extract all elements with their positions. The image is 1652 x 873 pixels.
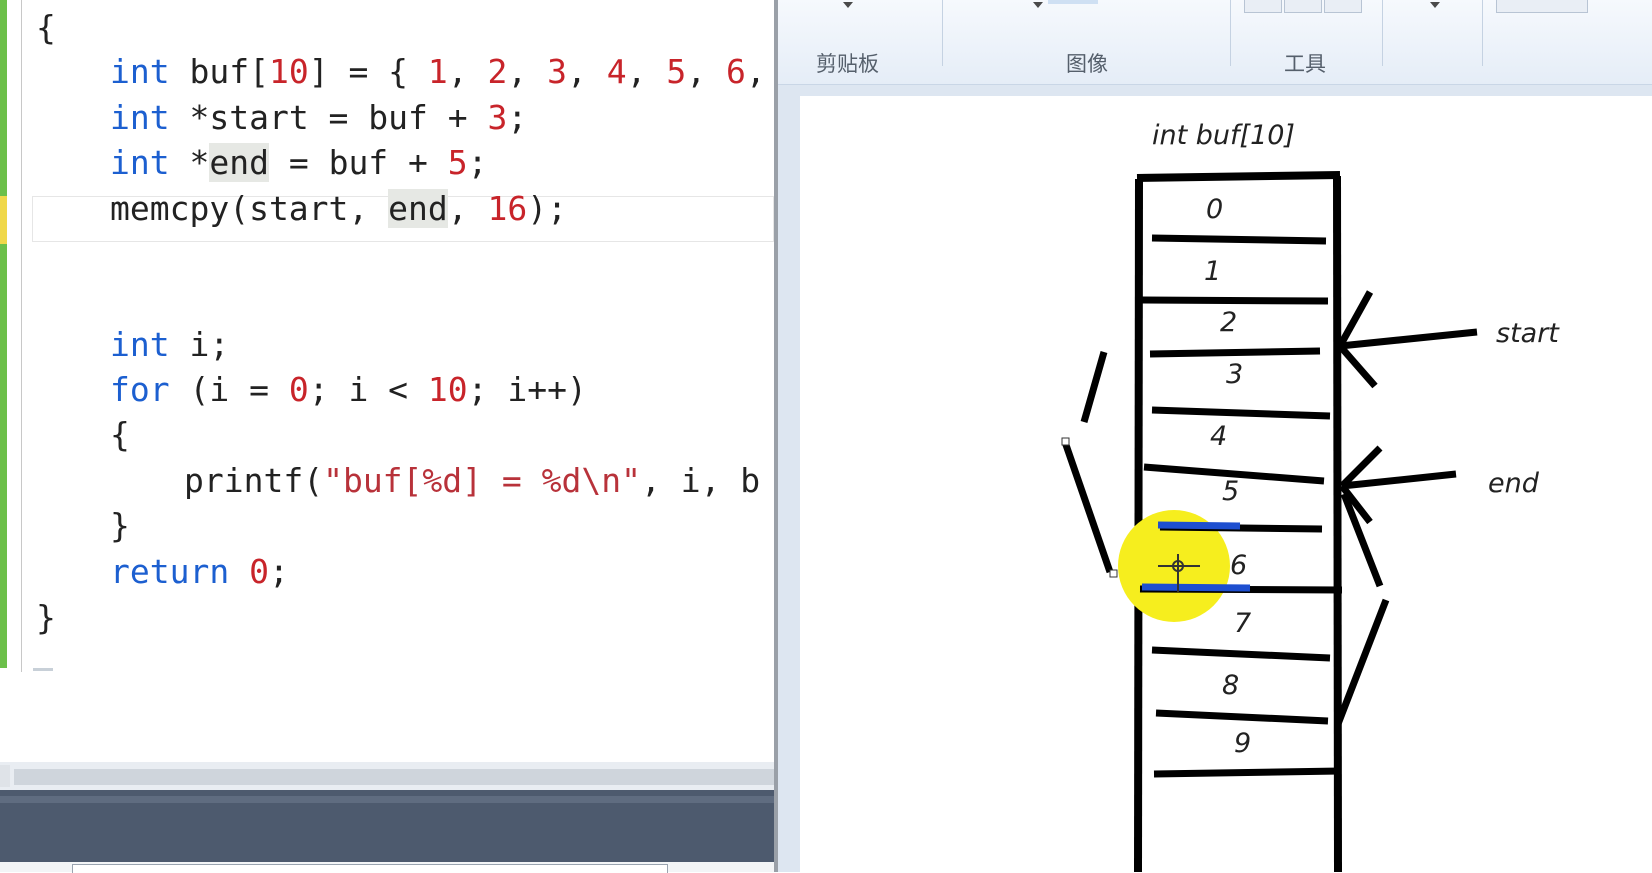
cell-label: 4 bbox=[1210, 421, 1227, 452]
paint-window: 剪贴板 图像 工具 int buf[10] 0 1 2 3 4 5 6 7 8 … bbox=[778, 0, 1652, 872]
paint-canvas[interactable]: int buf[10] 0 1 2 3 4 5 6 7 8 9 start en… bbox=[800, 96, 1652, 872]
diagram-title: int buf[10] bbox=[1152, 120, 1295, 151]
cell-label: 7 bbox=[1234, 608, 1251, 639]
ribbon-separator bbox=[1482, 0, 1483, 66]
code-line[interactable]: { bbox=[110, 415, 130, 455]
pencil-tool-button[interactable] bbox=[1244, 0, 1282, 13]
dropdown-arrow-icon[interactable] bbox=[1033, 2, 1043, 8]
ribbon-separator bbox=[942, 0, 943, 66]
code-line[interactable]: for (i = 0; i < 10; i++) bbox=[110, 370, 587, 410]
start-arrow bbox=[1336, 290, 1478, 389]
cell-label: 3 bbox=[1226, 359, 1243, 390]
code-line[interactable]: { bbox=[36, 8, 56, 48]
start-pointer-label: start bbox=[1496, 318, 1560, 349]
cell-divider bbox=[1155, 709, 1329, 725]
ribbon-group-image: 图像 bbox=[1066, 52, 1108, 76]
brushes-button[interactable] bbox=[1496, 0, 1588, 13]
text-tool-button[interactable] bbox=[1324, 0, 1362, 13]
change-tracking-bar bbox=[0, 0, 7, 668]
code-line[interactable]: int *start = buf + 3; bbox=[110, 98, 527, 138]
code-line[interactable]: return 0; bbox=[110, 552, 289, 592]
cell-label: 1 bbox=[1204, 256, 1221, 287]
code-line[interactable]: int i; bbox=[110, 325, 229, 365]
scrollbar-thumb[interactable] bbox=[14, 769, 774, 785]
ribbon: 剪贴板 图像 工具 bbox=[778, 0, 1652, 85]
code-editor[interactable]: { int buf[10] = { 1, 2, 3, 4, 5, 6, int … bbox=[0, 0, 774, 762]
outline-end-marker bbox=[33, 668, 53, 671]
cell-label: 2 bbox=[1220, 307, 1237, 338]
ribbon-separator bbox=[1230, 0, 1231, 66]
cell-label: 5 bbox=[1222, 476, 1239, 507]
ribbon-separator bbox=[1382, 0, 1383, 66]
dropdown-arrow-icon[interactable] bbox=[1430, 2, 1440, 8]
reference-highlight: end bbox=[209, 143, 269, 182]
reference-highlight: end bbox=[388, 189, 448, 228]
cell-divider bbox=[1151, 646, 1331, 662]
outline-gutter bbox=[21, 0, 22, 672]
end-pointer-label: end bbox=[1488, 468, 1540, 499]
code-line[interactable]: } bbox=[36, 598, 56, 638]
dest-range-bracket-lower bbox=[1334, 598, 1390, 726]
code-line[interactable]: int buf[10] = { 1, 2, 3, 4, 5, 6, bbox=[110, 52, 766, 92]
panel-header-stripe bbox=[0, 796, 774, 803]
cell-label: 8 bbox=[1222, 670, 1239, 701]
cell-label: 9 bbox=[1234, 728, 1251, 759]
cell-divider bbox=[1149, 347, 1321, 358]
code-line[interactable]: int *end = buf + 5; bbox=[110, 143, 488, 183]
unsaved-change-marker bbox=[0, 196, 7, 244]
cell-divider bbox=[1151, 234, 1327, 245]
cell-divider bbox=[1151, 406, 1331, 420]
cell-6-bottom-highlight bbox=[1141, 583, 1251, 592]
ribbon-group-clipboard: 剪贴板 bbox=[816, 52, 879, 76]
source-range-bracket bbox=[1061, 351, 1118, 578]
cell-label: 0 bbox=[1206, 194, 1223, 225]
array-diagram: int buf[10] 0 1 2 3 4 5 6 7 8 9 start en… bbox=[1061, 120, 1560, 872]
end-arrow bbox=[1339, 445, 1457, 525]
fill-tool-button[interactable] bbox=[1284, 0, 1322, 13]
cell-6-top-highlight bbox=[1157, 521, 1241, 530]
dropdown-arrow-icon[interactable] bbox=[843, 2, 853, 8]
code-line[interactable]: printf("buf[%d] = %d\n", i, b bbox=[184, 461, 760, 501]
scroll-left-button[interactable] bbox=[0, 765, 10, 787]
cell-divider bbox=[1153, 767, 1341, 778]
array-box-top bbox=[1136, 171, 1341, 182]
ribbon-group-tools: 工具 bbox=[1284, 52, 1326, 76]
cell-label: 6 bbox=[1230, 550, 1247, 581]
cell-divider bbox=[1141, 296, 1329, 305]
code-line[interactable]: } bbox=[110, 506, 130, 546]
image-select-button[interactable] bbox=[1048, 0, 1098, 4]
code-line-current[interactable]: memcpy(start, end, 16); bbox=[110, 189, 567, 229]
